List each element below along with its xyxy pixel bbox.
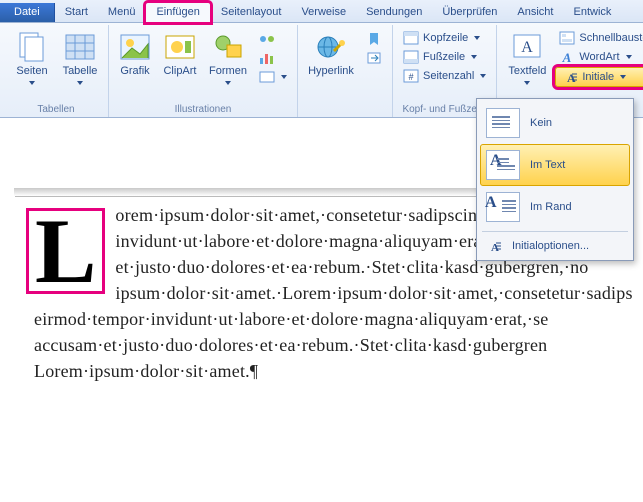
clipart-icon <box>164 31 196 63</box>
footer-button[interactable]: Fußzeile <box>399 48 490 66</box>
pagenum-icon: # <box>403 68 419 84</box>
chevron-down-icon <box>77 81 83 85</box>
dropcap-options-icon: A <box>486 239 502 253</box>
footer-icon <box>403 49 419 65</box>
tab-review[interactable]: Überprüfen <box>432 3 507 22</box>
chevron-down-icon <box>480 74 486 78</box>
graphic-button[interactable]: Grafik <box>115 27 155 77</box>
pages-button[interactable]: Seiten <box>10 27 54 85</box>
dropcap-letter: L <box>35 211 96 291</box>
footer-label: Fußzeile <box>423 51 465 63</box>
chevron-down-icon <box>620 75 626 79</box>
tab-mailings[interactable]: Sendungen <box>356 3 432 22</box>
shapes-label: Formen <box>209 65 247 77</box>
dropcap-inmargin-thumb: A <box>486 192 520 222</box>
tab-references[interactable]: Verweise <box>291 3 356 22</box>
svg-text:A: A <box>562 50 572 64</box>
screenshot-icon <box>259 69 275 85</box>
clipart-label: ClipArt <box>163 65 196 77</box>
dropcap-none-thumb <box>486 108 520 138</box>
group-links: Hyperlink <box>298 25 393 117</box>
textfield-label: Textfeld <box>508 65 546 77</box>
chevron-down-icon <box>225 81 231 85</box>
shapes-icon <box>212 31 244 63</box>
dropcap-options-label: Initialoptionen... <box>512 240 589 252</box>
dropcap-option-inmargin[interactable]: A Im Rand <box>480 186 630 228</box>
dropcap-button-highlight: A Initiale <box>555 67 643 87</box>
group-links-label <box>304 103 386 117</box>
tab-view[interactable]: Ansicht <box>507 3 563 22</box>
chevron-down-icon <box>29 81 35 85</box>
bookmark-button[interactable] <box>362 30 386 48</box>
screenshot-button[interactable] <box>255 68 291 86</box>
dropcap-option-intext[interactable]: A Im Text <box>480 144 630 186</box>
table-button[interactable]: Tabelle <box>58 27 102 85</box>
smartart-button[interactable] <box>255 30 291 48</box>
wordart-label: WordArt <box>579 51 619 63</box>
chevron-down-icon <box>471 55 477 59</box>
hyperlink-label: Hyperlink <box>308 65 354 77</box>
textfield-button[interactable]: A Textfeld <box>503 27 551 85</box>
chevron-down-icon <box>474 36 480 40</box>
header-button[interactable]: Kopfzeile <box>399 29 490 47</box>
chevron-down-icon <box>626 55 632 59</box>
quickparts-label: Schnellbausteine <box>579 32 643 44</box>
tab-file[interactable]: Datei <box>0 3 55 22</box>
shapes-button[interactable]: Formen <box>205 27 251 85</box>
hyperlink-icon <box>315 31 347 63</box>
pagenum-button[interactable]: # Seitenzahl <box>399 67 490 85</box>
dropdown-separator <box>482 231 628 232</box>
table-label: Tabelle <box>63 65 98 77</box>
clipart-button[interactable]: ClipArt <box>159 27 201 77</box>
tab-developer[interactable]: Entwick <box>563 3 621 22</box>
group-illustrations-label: Illustrationen <box>115 103 291 117</box>
group-tables-label: Tabellen <box>10 103 102 117</box>
pagenum-label: Seitenzahl <box>423 70 474 82</box>
svg-text:A: A <box>522 39 534 56</box>
chart-icon <box>259 50 275 66</box>
svg-text:#: # <box>408 72 413 82</box>
dropcap-intext-label: Im Text <box>530 159 565 171</box>
dropcap-option-none[interactable]: Kein <box>480 102 630 144</box>
graphic-label: Grafik <box>120 65 149 77</box>
textfield-icon: A <box>511 31 543 63</box>
chevron-down-icon <box>281 75 287 79</box>
bookmark-icon <box>366 31 382 47</box>
illustration-extras <box>255 27 291 86</box>
tab-start[interactable]: Start <box>55 3 98 22</box>
svg-text:A: A <box>491 242 499 253</box>
link-extras <box>362 27 386 67</box>
chevron-down-icon <box>524 81 530 85</box>
chart-button[interactable] <box>255 49 291 67</box>
dropcap-highlight: L <box>26 208 105 294</box>
hyperlink-button[interactable]: Hyperlink <box>304 27 358 77</box>
dropcap-button[interactable]: A Initiale <box>558 68 643 86</box>
pages-label: Seiten <box>16 65 47 77</box>
dropcap-none-label: Kein <box>530 117 552 129</box>
quickparts-button[interactable]: Schnellbausteine <box>555 29 643 47</box>
dropcap-label: Initiale <box>582 71 614 83</box>
crossref-icon <box>366 50 382 66</box>
header-icon <box>403 30 419 46</box>
tab-insert[interactable]: Einfügen <box>145 2 210 23</box>
quickparts-icon <box>559 30 575 46</box>
tab-pagelayout[interactable]: Seitenlayout <box>211 3 292 22</box>
ribbon-tabstrip: Datei Start Menü Einfügen Seitenlayout V… <box>0 0 643 23</box>
dropcap-icon: A <box>562 69 578 85</box>
dropcap-intext-thumb: A <box>486 150 520 180</box>
wordart-button[interactable]: A WordArt <box>555 48 643 66</box>
smartart-icon <box>259 31 275 47</box>
tab-menu[interactable]: Menü <box>98 3 146 22</box>
dropcap-options[interactable]: A Initialoptionen... <box>480 235 630 257</box>
wordart-icon: A <box>559 49 575 65</box>
table-icon <box>64 31 96 63</box>
picture-icon <box>119 31 151 63</box>
group-tables: Seiten Tabelle Tabellen <box>4 25 109 117</box>
crossref-button[interactable] <box>362 49 386 67</box>
group-illustrations: Grafik ClipArt Formen Illustrati <box>109 25 298 117</box>
dropcap-dropdown: Kein A Im Text A Im Rand A Initialoption… <box>476 98 634 261</box>
pages-icon <box>16 31 48 63</box>
dropcap-inmargin-label: Im Rand <box>530 201 572 213</box>
header-label: Kopfzeile <box>423 32 468 44</box>
